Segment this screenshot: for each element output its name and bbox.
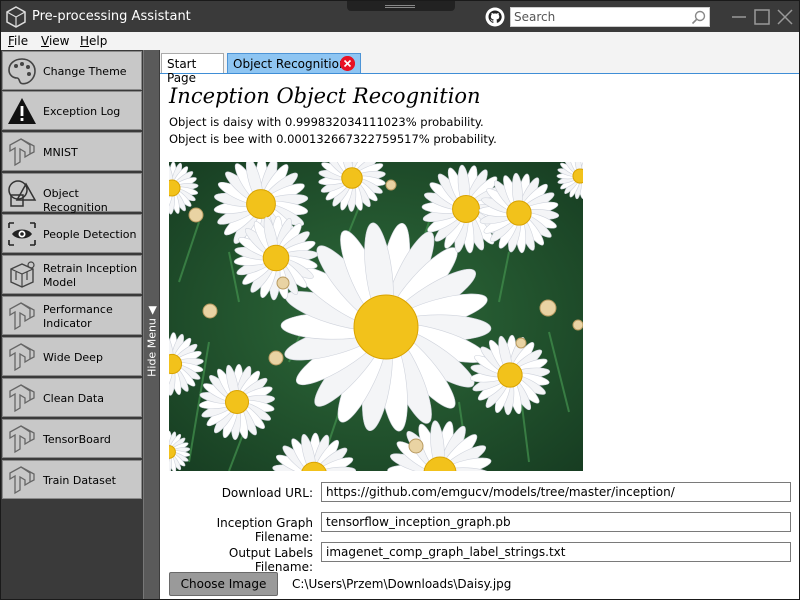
download-url-field[interactable] [321,482,791,502]
sidebar-item-label: Change Theme [43,65,127,78]
tab-label: Object Recognition [233,57,347,71]
tensorflow-icon [9,384,35,413]
search-input[interactable] [514,9,684,25]
sidebar-item-tensorboard[interactable]: TensorBoard [2,419,142,458]
sidebar-item-label: MNIST [43,146,78,159]
recognition-result: Object is bee with 0.000132667322759517%… [169,132,497,146]
sidebar: Change Theme Exception Log MNIST Object … [1,50,143,599]
tensorflow-icon [9,138,35,167]
sidebar-item-label: Retrain Inception Model [43,262,138,289]
sidebar-item-object-recognition[interactable]: Object Recognition [2,173,142,214]
drag-handle[interactable] [347,1,455,11]
sidebar-item-retrain-inception[interactable]: Retrain Inception Model [2,255,142,294]
sidebar-item-train-dataset[interactable]: Train Dataset [2,460,142,499]
labels-filename-label: Output Labels Filename: [228,546,313,574]
sidebar-item-label: Wide Deep [43,351,103,364]
warning-icon [8,98,36,124]
app-logo-icon [6,6,26,28]
tensorflow-icon [9,343,35,372]
selected-file-path: C:\Users\Przem\Downloads\Daisy.jpg [292,577,512,591]
tab-close-icon[interactable] [340,56,355,71]
sidebar-item-label: Exception Log [43,105,121,118]
search-box[interactable] [510,7,710,27]
graph-filename-field[interactable] [321,512,791,532]
tensorflow-icon [9,425,35,454]
sidebar-item-change-theme[interactable]: Change Theme [2,51,142,90]
sidebar-item-label: Performance Indicator [43,303,113,330]
close-icon[interactable] [776,8,794,26]
minimize-icon[interactable] [730,8,748,26]
main-content: Start Page Object Recognition Inception … [160,50,799,599]
github-icon[interactable] [485,7,505,27]
sidebar-item-label: TensorBoard [43,433,111,446]
tab-strip: Start Page Object Recognition [160,50,799,85]
menu-bar: File View Help [1,32,799,50]
tab-start-page[interactable]: Start Page [161,53,224,85]
tab-label: Start Page [167,57,197,85]
title-bar[interactable]: Pre-processing Assistant [1,1,799,32]
download-url-label: Download URL: [221,486,313,500]
sidebar-item-mnist[interactable]: MNIST [2,132,142,171]
menu-help[interactable]: Help [80,34,107,48]
search-icon[interactable] [691,10,706,25]
hide-menu-toggle[interactable]: Hide Menu ◀ [143,50,159,599]
app-window: Pre-processing Assistant File View Help [0,0,800,600]
sidebar-item-clean-data[interactable]: Clean Data [2,378,142,417]
sidebar-item-label: Clean Data [43,392,104,405]
sidebar-item-label: Object Recognition [43,187,108,214]
page-title: Inception Object Recognition [169,84,481,108]
sidebar-item-label: People Detection [43,228,137,241]
hide-menu-label: Hide Menu ◀ [145,306,159,377]
menu-file[interactable]: File [8,34,28,48]
chevron-left-icon: ◀ [145,306,159,315]
eye-icon [8,222,36,246]
recognition-result: Object is daisy with 0.999832034111023% … [169,115,484,129]
tensorflow-icon [9,302,35,331]
shapes-icon [8,180,37,207]
sidebar-item-exception-log[interactable]: Exception Log [2,91,142,130]
sidebar-item-performance-indicator[interactable]: Performance Indicator [2,296,142,335]
daisy-image [169,162,583,471]
maximize-icon[interactable] [753,8,771,26]
labels-filename-field[interactable] [321,542,791,562]
tab-object-recognition[interactable]: Object Recognition [227,53,361,73]
window-title: Pre-processing Assistant [32,9,191,24]
palette-icon [8,58,36,85]
retrain-icon [10,261,35,288]
choose-image-button[interactable]: Choose Image [169,572,278,596]
menu-view[interactable]: View [41,34,69,48]
sidebar-item-label: Train Dataset [43,474,116,487]
graph-filename-label: Inception Graph Filename: [216,516,313,544]
sidebar-item-people-detection[interactable]: People Detection [2,214,142,253]
sidebar-item-wide-deep[interactable]: Wide Deep [2,337,142,376]
tensorflow-icon [9,466,35,495]
